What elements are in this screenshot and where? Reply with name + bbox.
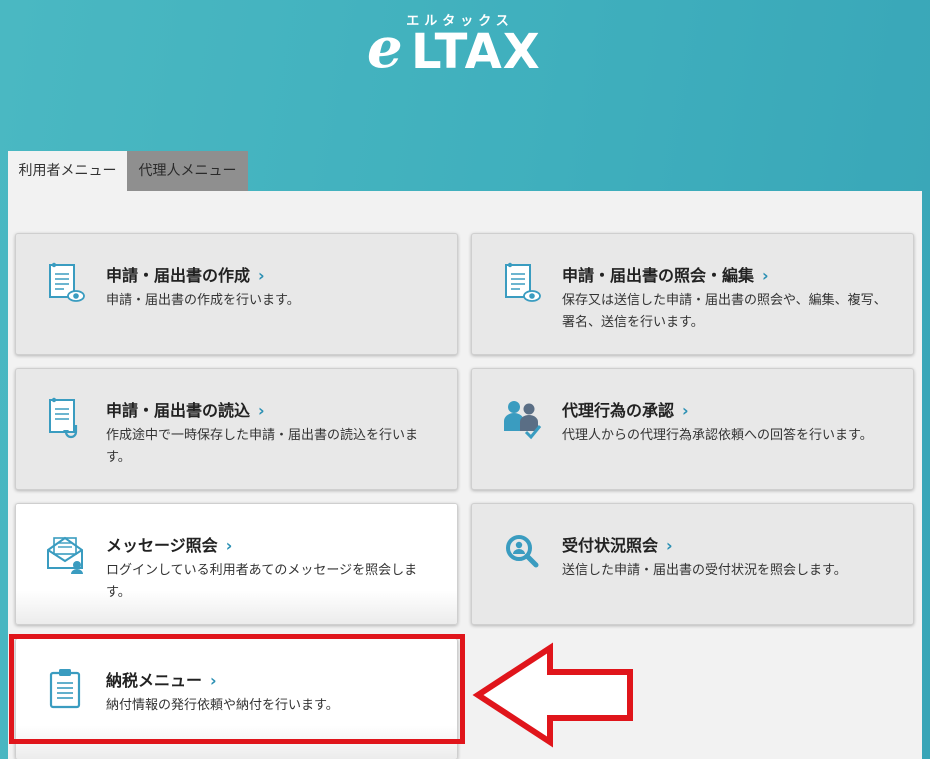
highlight-box (9, 634, 465, 744)
card-description: 代理人からの代理行為承認依頼への回答を行います。 (562, 428, 873, 443)
document-eye-icon (505, 262, 541, 302)
card-message-inquiry[interactable]: メッセージ照会 › ログインしている利用者あてのメッセージを照会します。 (15, 503, 458, 625)
chevron-right-icon: › (225, 536, 233, 555)
card-title: 申請・届出書の作成 (106, 266, 251, 285)
card-load-application[interactable]: 申請・届出書の読込 › 作成途中で一時保存した申請・届出書の読込を行います。 (15, 368, 458, 490)
card-title: 代理行為の承認 (562, 401, 675, 420)
card-description: 保存又は送信した申請・届出書の照会や、編集、複写、署名、送信を行います。 (562, 293, 887, 330)
eltax-logo: エルタックス e LTAX (365, 6, 555, 78)
card-title: 申請・届出書の照会・編集 (562, 266, 755, 285)
left-arrow-annotation-icon (472, 642, 633, 748)
magnifier-person-icon (506, 535, 539, 568)
card-title: 申請・届出書の読込 (106, 401, 251, 420)
card-title: メッセージ照会 (106, 536, 218, 555)
card-description: ログインしている利用者あてのメッセージを照会します。 (106, 563, 418, 600)
chevron-right-icon: › (258, 266, 265, 285)
logo-main: LTAX (411, 24, 541, 80)
chevron-right-icon: › (666, 536, 673, 555)
tab-user-menu[interactable]: 利用者メニュー (8, 151, 127, 192)
logo-e: e (367, 15, 403, 81)
tab-agent-menu[interactable]: 代理人メニュー (127, 151, 248, 192)
card-view-edit-application[interactable]: 申請・届出書の照会・編集 › 保存又は送信した申請・届出書の照会や、編集、複写、署… (471, 233, 914, 355)
card-reception-status[interactable]: 受付状況照会 › 送信した申請・届出書の受付状況を照会します。 (471, 503, 914, 625)
card-description: 申請・届出書の作成を行います。 (106, 293, 300, 308)
people-check-icon (504, 401, 542, 440)
document-load-icon (49, 397, 78, 439)
chevron-right-icon: › (682, 401, 689, 420)
document-eye-icon (49, 262, 85, 302)
chevron-right-icon: › (762, 266, 769, 285)
envelope-icon (47, 536, 83, 574)
card-approve-proxy[interactable]: 代理行為の承認 › 代理人からの代理行為承認依頼への回答を行います。 (471, 368, 914, 490)
card-description: 作成途中で一時保存した申請・届出書の読込を行います。 (106, 428, 419, 465)
card-create-application[interactable]: 申請・届出書の作成 › 申請・届出書の作成を行います。 (15, 233, 458, 355)
card-description: 送信した申請・届出書の受付状況を照会します。 (562, 563, 847, 578)
card-title: 受付状況照会 (562, 536, 659, 555)
chevron-right-icon: › (258, 401, 265, 420)
